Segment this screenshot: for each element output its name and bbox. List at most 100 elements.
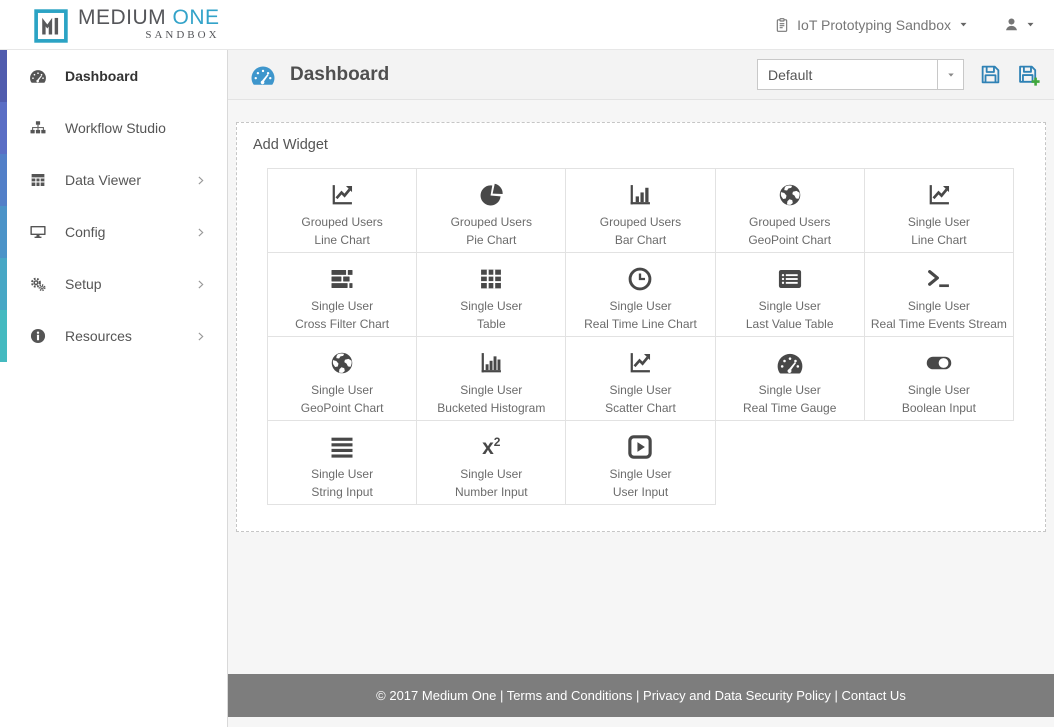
footer: © 2017 Medium One | Terms and Conditions… [228, 674, 1054, 717]
widget-single-user-real-time-events-stream[interactable]: Single User Real Time Events Stream [864, 253, 1014, 337]
sidebar-item-workflow-studio[interactable]: Workflow Studio [0, 102, 227, 154]
sidebar-color-stripe [0, 50, 7, 102]
dashboard-gauge-icon [250, 62, 276, 88]
bar-chart-icon [566, 180, 714, 210]
widget-group-label: Single User [460, 299, 523, 313]
content: Add Widget Grouped Users Line Chart Grou… [228, 100, 1054, 674]
widget-grouped-users-pie-chart[interactable]: Grouped Users Pie Chart [417, 169, 567, 253]
widget-group-label: Single User [609, 299, 672, 313]
widget-single-user-bucketed-histogram[interactable]: Single User Bucketed Histogram [417, 337, 567, 421]
widget-type-label: Line Chart [314, 233, 370, 247]
widget-type-label: Real Time Line Chart [584, 317, 697, 331]
widget-type-label: Table [476, 317, 506, 331]
sidebar-item-label: Dashboard [65, 68, 139, 84]
select-caret[interactable] [937, 60, 963, 89]
top-bar: MEDIUM ONE SANDBOX IoT Prototyping Sandb… [0, 0, 1054, 50]
sidebar-item-label: Workflow Studio [65, 120, 166, 136]
widget-group-label: Single User [907, 299, 970, 313]
widget-type-label: User Input [612, 485, 669, 499]
add-widget-title: Add Widget [253, 137, 328, 153]
chevron-right-icon [194, 226, 207, 239]
sidebar-item-label: Setup [65, 276, 102, 292]
dashboard-select-value: Default [768, 66, 813, 83]
widget-single-user-table[interactable]: Single User Table [417, 253, 567, 337]
widget-type-label: GeoPoint Chart [748, 233, 832, 247]
widget-group-label: Single User [460, 467, 523, 481]
bottom-strip [228, 717, 1054, 727]
widget-type-label: Real Time Gauge [743, 401, 837, 415]
widget-single-user-real-time-line-chart[interactable]: Single User Real Time Line Chart [566, 253, 716, 337]
sandbox-selector-label: IoT Prototyping Sandbox [797, 16, 951, 33]
widget-grouped-users-line-chart[interactable]: Grouped Users Line Chart [268, 169, 418, 253]
footer-links: © 2017 Medium One | Terms and Conditions… [376, 688, 906, 703]
line-chart-icon [268, 180, 416, 210]
widget-type-label: Last Value Table [745, 317, 834, 331]
add-widget-panel: Add Widget Grouped Users Line Chart Grou… [236, 122, 1046, 532]
sidebar-item-data-viewer[interactable]: Data Viewer [0, 154, 227, 206]
footer-link-privacy-and-data-security-policy[interactable]: Privacy and Data Security Policy [643, 688, 831, 703]
sidebar-color-stripe [0, 206, 7, 258]
sidebar-color-stripe [0, 258, 7, 310]
widget-group-label: Single User [758, 383, 821, 397]
save-dashboard-button[interactable] [979, 63, 1002, 86]
widget-single-user-user-input[interactable]: Single User User Input [566, 421, 716, 505]
widget-single-user-geopoint-chart[interactable]: Single User GeoPoint Chart [268, 337, 418, 421]
medium-one-logo: MEDIUM ONE SANDBOX [34, 6, 220, 43]
save-dashboard-as-new-button[interactable] [1017, 63, 1040, 86]
widget-single-user-last-value-table[interactable]: Single User Last Value Table [715, 253, 865, 337]
widget-single-user-number-input[interactable]: x2 Single User Number Input [417, 421, 567, 505]
chevron-down-icon [958, 19, 969, 30]
gears-icon [29, 275, 47, 293]
footer-link-contact-us[interactable]: Contact Us [842, 688, 906, 703]
line-chart-icon [865, 180, 1013, 210]
widget-type-label: Real Time Events Stream [870, 317, 1007, 331]
clipboard-icon [774, 17, 790, 33]
chevron-down-icon [946, 70, 956, 80]
sidebar-item-label: Data Viewer [65, 172, 142, 188]
main-header: Dashboard Default [228, 50, 1054, 100]
widget-group-label: Single User [311, 299, 374, 313]
gauge-icon [29, 67, 47, 85]
globe-icon [268, 348, 416, 378]
chevron-right-icon [194, 174, 207, 187]
table-grid-icon [417, 264, 565, 294]
widget-single-user-scatter-chart[interactable]: Single User Scatter Chart [566, 337, 716, 421]
widget-type-label: Number Input [454, 485, 528, 499]
widget-type-label: GeoPoint Chart [300, 401, 384, 415]
table-icon [29, 171, 47, 189]
user-menu[interactable] [1003, 16, 1036, 33]
widget-type-label: Scatter Chart [605, 401, 676, 415]
widget-single-user-line-chart[interactable]: Single User Line Chart [864, 169, 1014, 253]
widget-grouped-users-geopoint-chart[interactable]: Grouped Users GeoPoint Chart [715, 169, 865, 253]
dashboard-select[interactable]: Default [757, 59, 964, 90]
main-area: Dashboard Default Add Widget Grouped Use… [228, 50, 1054, 727]
chevron-right-icon [194, 330, 207, 343]
sidebar-item-setup[interactable]: Setup [0, 258, 227, 310]
sidebar-color-stripe [0, 310, 7, 362]
widget-type-label: String Input [311, 485, 373, 499]
sidebar-item-resources[interactable]: Resources [0, 310, 227, 362]
widget-group-label: Grouped Users [599, 215, 682, 229]
sidebar-nav: Dashboard Workflow Studio Data Viewer Co… [0, 50, 227, 362]
widget-type-label: Bar Chart [614, 233, 667, 247]
widget-type-label: Pie Chart [466, 233, 517, 247]
histogram-icon [417, 348, 565, 378]
terminal-icon [865, 264, 1013, 294]
footer-copyright: © 2017 Medium One [376, 688, 497, 703]
logo-accent: ONE [172, 6, 220, 29]
widget-single-user-real-time-gauge[interactable]: Single User Real Time Gauge [715, 337, 865, 421]
footer-link-terms-and-conditions[interactable]: Terms and Conditions [507, 688, 633, 703]
medium-one-logo-icon [34, 9, 68, 43]
sidebar-item-dashboard[interactable]: Dashboard [0, 50, 227, 102]
widget-single-user-boolean-input[interactable]: Single User Boolean Input [864, 337, 1014, 421]
widget-single-user-cross-filter-chart[interactable]: Single User Cross Filter Chart [268, 253, 418, 337]
sidebar-item-label: Config [65, 224, 106, 240]
sidebar-item-label: Resources [65, 328, 132, 344]
widget-grouped-users-bar-chart[interactable]: Grouped Users Bar Chart [566, 169, 716, 253]
widget-group-label: Grouped Users [301, 215, 383, 229]
desktop-icon [29, 223, 47, 241]
widget-group-label: Single User [311, 383, 374, 397]
widget-single-user-string-input[interactable]: Single User String Input [268, 421, 418, 505]
sidebar-item-config[interactable]: Config [0, 206, 227, 258]
sandbox-selector[interactable]: IoT Prototyping Sandbox [774, 17, 969, 33]
